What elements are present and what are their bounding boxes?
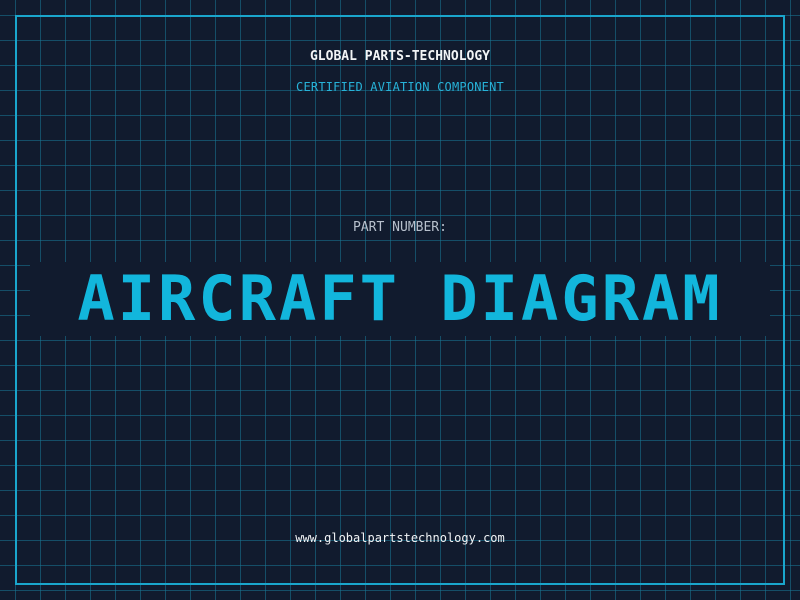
certification-subtitle: CERTIFIED AVIATION COMPONENT xyxy=(296,80,504,94)
document-page: GLOBAL PARTS-TECHNOLOGY CERTIFIED AVIATI… xyxy=(0,0,800,600)
part-number-value: AIRCRAFT DIAGRAM xyxy=(77,262,723,335)
website-url: www.globalpartstechnology.com xyxy=(295,531,505,545)
company-name: GLOBAL PARTS-TECHNOLOGY xyxy=(309,49,490,64)
part-number-label: PART NUMBER: xyxy=(353,220,447,235)
